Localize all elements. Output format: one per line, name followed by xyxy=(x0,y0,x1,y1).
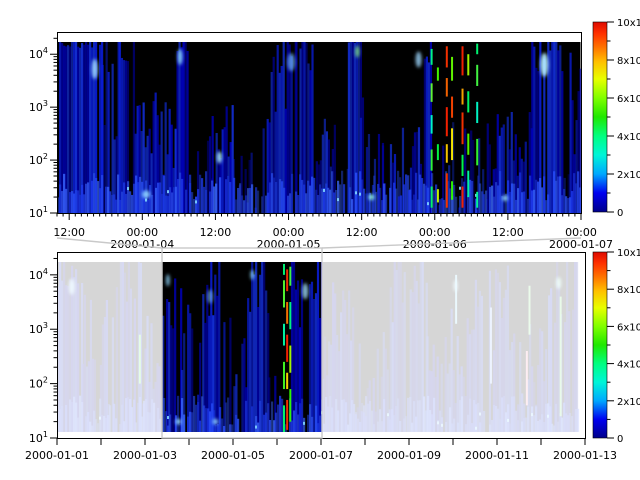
x-tick-date-label: 2000-01-01 xyxy=(25,449,89,462)
x-tick-time-label: 12:00 xyxy=(492,226,524,239)
masked-region-overlay xyxy=(322,262,585,432)
bottom-plot: 2000-01-01 2000-01-03 2000-01-05 2000-01-07… xyxy=(25,253,617,463)
colorbar-gradient xyxy=(593,22,607,212)
y-tick-label: 104 xyxy=(29,267,48,282)
y-tick-label: 104 xyxy=(29,46,48,61)
colorbar-tick-label: 8x107 xyxy=(617,281,640,296)
bottom-colorbar: 0 2x107 4x107 6x107 8x107 10x107 xyxy=(593,244,640,445)
y-tick-label: 103 xyxy=(29,99,48,114)
colorbar-tick-label: 10x107 xyxy=(617,244,640,259)
y-tick-label: 102 xyxy=(29,152,48,167)
colorbar-tick-label: 4x107 xyxy=(617,128,640,143)
x-tick-date-label: 2000-01-05 xyxy=(257,238,321,251)
x-tick-date-label: 2000-01-05 xyxy=(201,449,265,462)
y-tick-label: 103 xyxy=(29,321,48,336)
colorbar-tick-label: 2x107 xyxy=(617,393,640,408)
colorbar-tick-label: 10x107 xyxy=(617,14,640,29)
x-tick-date-label: 2000-01-11 xyxy=(465,449,529,462)
y-tick-label: 102 xyxy=(29,376,48,391)
masked-region-overlay xyxy=(57,262,162,432)
x-tick-date-label: 2000-01-07 xyxy=(549,238,613,251)
colorbar-tick-label: 0 xyxy=(617,434,623,445)
x-tick-date-label: 2000-01-07 xyxy=(289,449,353,462)
colorbar-tick-label: 0 xyxy=(617,208,623,219)
colorbar-tick-label: 8x107 xyxy=(617,52,640,67)
x-tick-date-label: 2000-01-03 xyxy=(113,449,177,462)
x-tick-date-label: 2000-01-13 xyxy=(553,449,617,462)
top-colorbar: 0 2x107 4x107 6x107 8x107 10x107 xyxy=(593,14,640,219)
spectrogram-viewer-window: 12:0000:002000-01-0412:0000:002000-01-05… xyxy=(0,0,640,480)
y-tick-label: 101 xyxy=(29,205,48,220)
colorbar-gradient xyxy=(593,252,607,438)
colorbar-tick-label: 2x107 xyxy=(617,166,640,181)
x-tick-time-label: 12:00 xyxy=(200,226,232,239)
x-tick-time-label: 12:00 xyxy=(346,226,378,239)
spectrogram-scene: 12:0000:002000-01-0412:0000:002000-01-05… xyxy=(0,0,640,480)
colorbar-tick-label: 6x107 xyxy=(617,90,640,105)
y-tick-label: 101 xyxy=(29,430,48,445)
x-tick-time-label: 12:00 xyxy=(53,226,85,239)
colorbar-tick-label: 4x107 xyxy=(617,356,640,371)
top-plot: 12:0000:002000-01-0412:0000:002000-01-05… xyxy=(29,33,613,252)
colorbar-tick-label: 6x107 xyxy=(617,318,640,333)
x-tick-date-label: 2000-01-09 xyxy=(377,449,441,462)
